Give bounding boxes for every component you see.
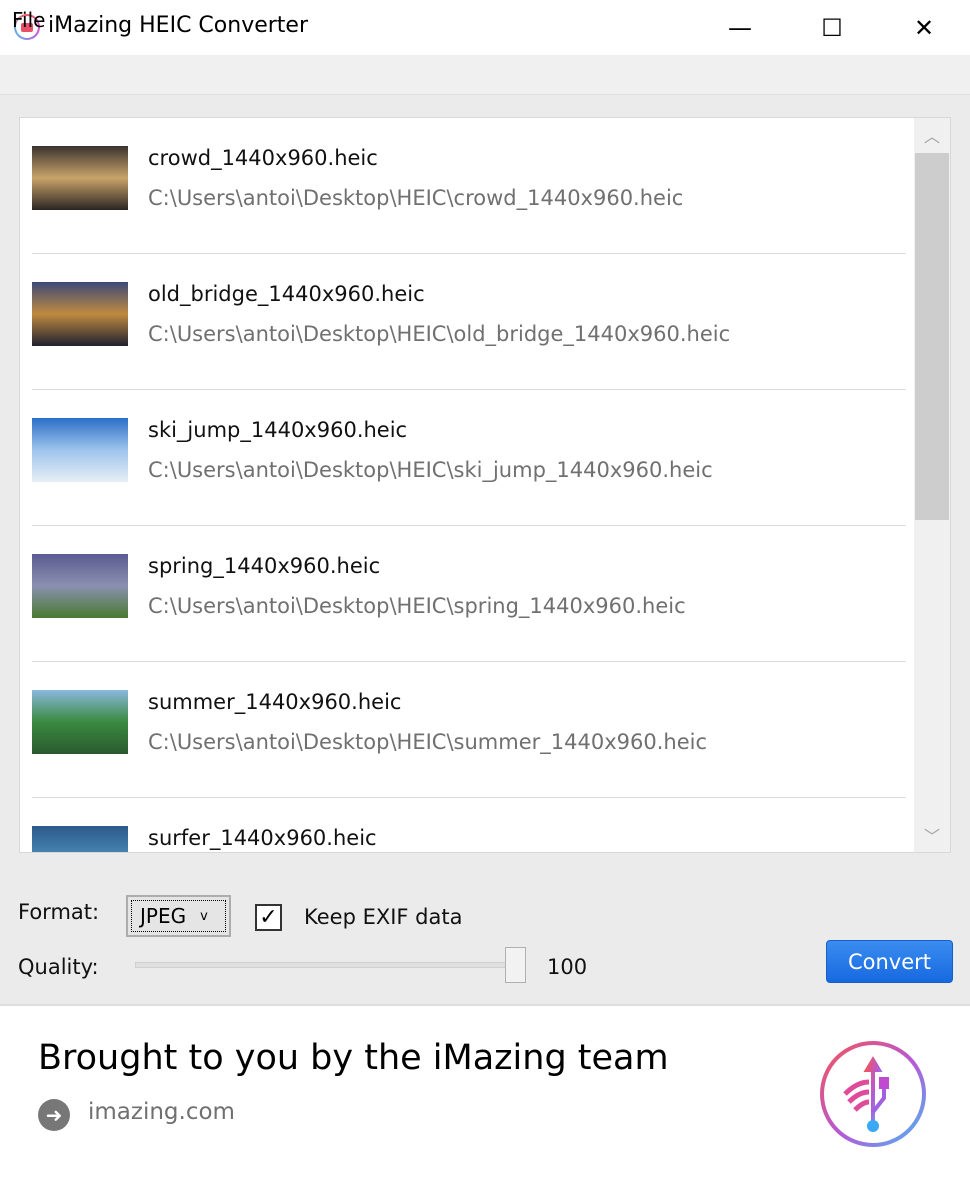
menu-bar [0,55,970,95]
file-row[interactable]: ski_jump_1440x960.heic C:\Users\antoi\Des… [32,390,906,526]
format-value: JPEG [140,904,187,928]
divider [0,1004,970,1006]
menu-file[interactable]: File [12,8,45,32]
scroll-up-icon[interactable]: ︿ [914,118,950,152]
checkmark-icon: ✓ [259,905,278,930]
file-thumbnail [32,690,128,754]
file-thumbnail [32,554,128,618]
file-thumbnail [32,826,128,852]
file-path: C:\Users\antoi\Desktop\HEIC\old_bridge_1… [148,322,731,346]
file-row[interactable]: old_bridge_1440x960.heic C:\Users\antoi\D… [32,254,906,390]
promo-heading: Brought to you by the iMazing team [38,1038,669,1078]
file-thumbnail [32,418,128,482]
convert-button[interactable]: Convert [826,940,953,983]
file-path: C:\Users\antoi\Desktop\HEIC\crowd_1440x9… [148,186,684,210]
file-path: C:\Users\antoi\Desktop\HEIC\ski_jump_144… [148,458,713,482]
chevron-down-icon: v [200,908,208,924]
quality-slider-track[interactable] [135,962,510,968]
maximize-button[interactable]: ☐ [786,0,878,55]
file-name: ski_jump_1440x960.heic [148,418,408,442]
minimize-button[interactable]: — [694,0,786,55]
arrow-right-icon[interactable]: ➜ [38,1099,70,1131]
file-row[interactable]: summer_1440x960.heic C:\Users\antoi\Deskt… [32,662,906,798]
quality-value: 100 [547,955,588,979]
quality-label: Quality: [18,955,99,979]
file-name: old_bridge_1440x960.heic [148,282,425,306]
file-thumbnail [32,146,128,210]
imazing-logo[interactable] [819,1040,927,1148]
format-select[interactable]: JPEG v [126,895,231,937]
file-row[interactable]: surfer_1440x960.heic [32,798,906,852]
window-title: iMazing HEIC Converter [48,13,308,38]
scroll-down-icon[interactable]: ﹀ [914,818,950,852]
scrollbar-thumb[interactable] [915,153,949,520]
file-name: crowd_1440x960.heic [148,146,378,170]
file-row[interactable]: crowd_1440x960.heic C:\Users\antoi\Deskto… [32,118,906,254]
file-name: surfer_1440x960.heic [148,826,377,850]
format-label: Format: [18,900,100,924]
file-list[interactable]: crowd_1440x960.heic C:\Users\antoi\Deskto… [19,117,951,853]
file-thumbnail [32,282,128,346]
quality-slider-handle[interactable] [505,947,526,983]
file-name: summer_1440x960.heic [148,690,402,714]
keep-exif-label[interactable]: Keep EXIF data [304,905,462,929]
imazing-link[interactable]: imazing.com [88,1099,235,1125]
keep-exif-checkbox[interactable]: ✓ [255,904,282,931]
file-path: C:\Users\antoi\Desktop\HEIC\spring_1440x… [148,594,686,618]
file-row[interactable]: spring_1440x960.heic C:\Users\antoi\Deskt… [32,526,906,662]
file-name: spring_1440x960.heic [148,554,381,578]
file-path: C:\Users\antoi\Desktop\HEIC\summer_1440x… [148,730,707,754]
close-button[interactable]: ✕ [878,0,970,55]
